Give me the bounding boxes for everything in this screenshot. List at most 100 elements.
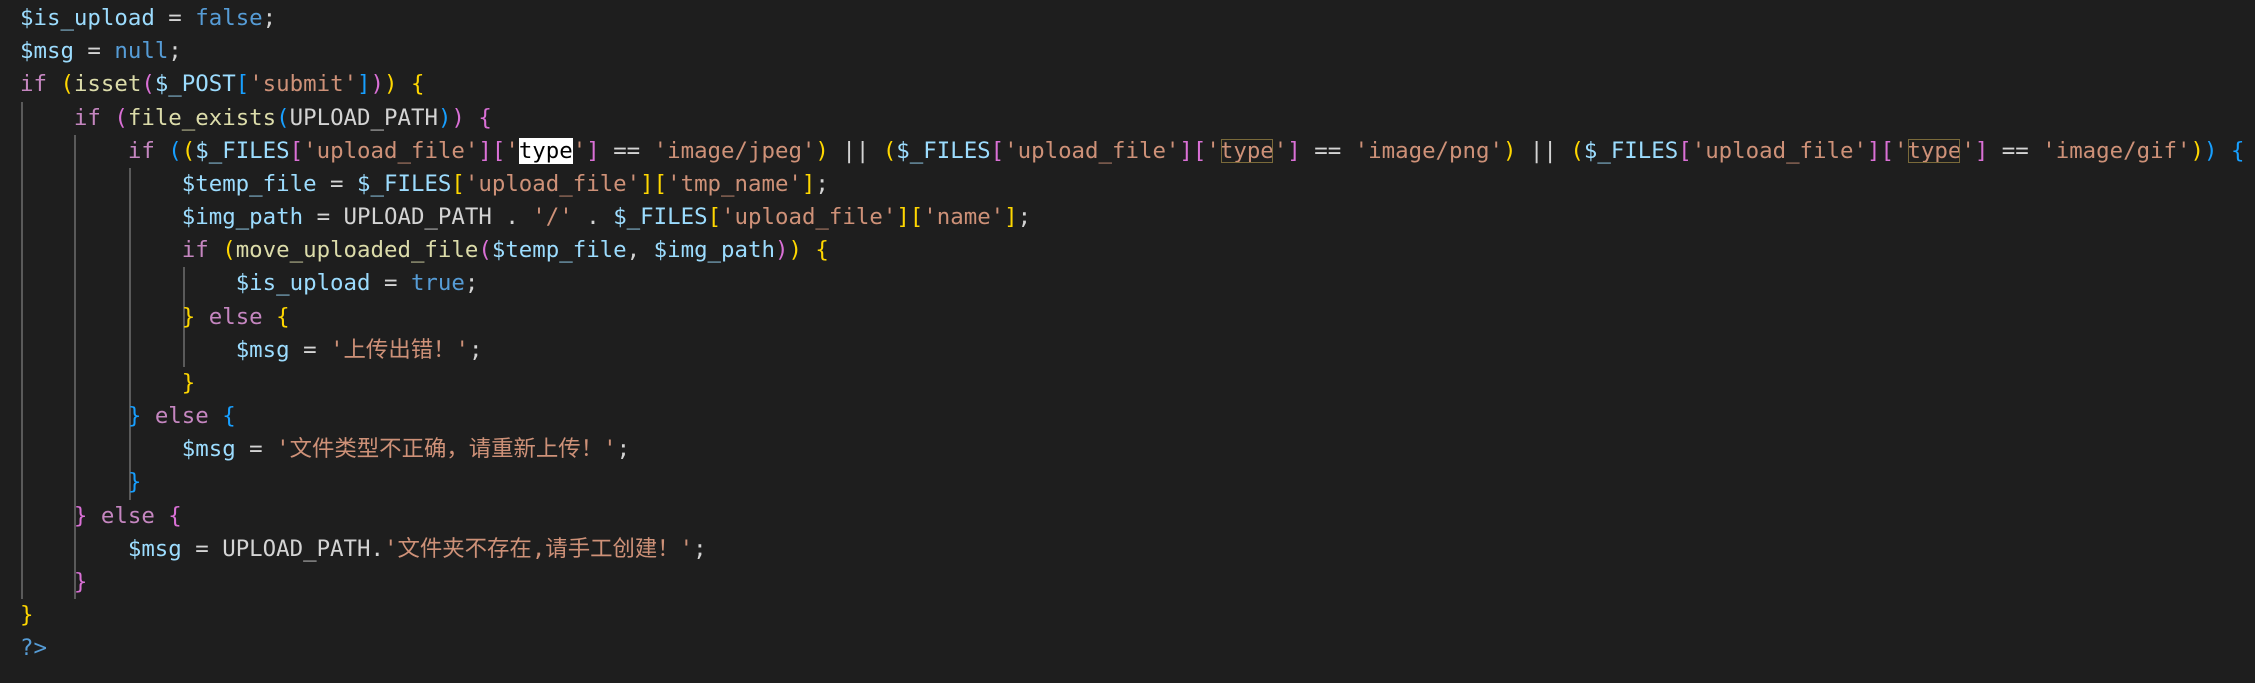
code-token: { (222, 403, 236, 430)
code-token: } (73, 568, 88, 595)
code-line[interactable]: $is_upload = true; (20, 267, 479, 300)
code-token: if (20, 71, 47, 98)
code-token: 'submit' (249, 71, 358, 98)
code-token: ) (1502, 137, 1517, 164)
code-line[interactable]: $msg = null; (20, 35, 182, 68)
code-line[interactable]: } (20, 466, 141, 499)
code-token: 'upload_file' (1004, 137, 1180, 164)
code-token: ; (1017, 204, 1032, 231)
code-token: type (1907, 137, 1962, 164)
code-token: ; (693, 535, 707, 562)
code-token: ( (60, 71, 74, 98)
code-token: || (1516, 137, 1571, 164)
code-token: ( (141, 71, 155, 98)
code-token: type (518, 137, 573, 164)
code-token: } (181, 303, 196, 330)
code-token: ] (357, 71, 371, 98)
code-token: '文件夹不存在,请手工创建！' (384, 535, 694, 562)
code-token: $img_path (181, 204, 304, 231)
code-token: $is_upload (235, 270, 371, 297)
code-token: 'upload_file' (464, 170, 641, 197)
code-token: $msg (181, 436, 236, 463)
code-token: { (410, 71, 425, 98)
code-line[interactable]: if (($_FILES['upload_file']['type'] == '… (20, 135, 2244, 168)
code-token: = (303, 204, 344, 231)
code-token: ( (882, 137, 897, 164)
code-token: ] (478, 137, 492, 164)
code-token: type (1219, 137, 1274, 164)
code-token: if (181, 237, 209, 264)
code-token: ( (222, 237, 236, 264)
code-editor[interactable]: $is_upload = false; $msg = null; if (isset… (0, 0, 2255, 683)
code-line[interactable]: if (isset($_POST['submit'])) { (20, 68, 424, 101)
code-token: ] (1004, 204, 1018, 231)
code-token: [ (289, 137, 304, 164)
code-token: == (1300, 137, 1355, 164)
code-line[interactable]: if (file_exists(UPLOAD_PATH)) { (20, 102, 492, 135)
code-token: UPLOAD_PATH (343, 204, 492, 231)
code-token: { (815, 237, 829, 264)
code-token: '文件类型不正确，请重新上传！' (276, 436, 617, 463)
code-line[interactable]: $is_upload = false; (20, 2, 276, 35)
code-token: '上传出错！' (330, 336, 469, 363)
code-token: ( (1570, 137, 1584, 164)
code-token: = (370, 270, 411, 297)
code-token: $is_upload (20, 5, 155, 31)
code-token: [ (1880, 137, 1894, 164)
code-line[interactable]: } (20, 566, 87, 599)
code-line[interactable]: $msg = UPLOAD_PATH.'文件夹不存在,请手工创建！'; (20, 533, 707, 566)
code-line[interactable]: if (move_uploaded_file($temp_file, $img_… (20, 234, 829, 267)
code-token: ) (437, 104, 452, 131)
code-line[interactable]: $temp_file = $_FILES['upload_file']['tmp… (20, 168, 829, 201)
code-token: = (181, 535, 223, 562)
code-line[interactable]: } (20, 367, 195, 400)
code-token: 'image/gif' (2042, 137, 2191, 164)
code-token: ] (896, 204, 910, 231)
code-token: ) (2204, 137, 2218, 164)
code-token: [ (990, 137, 1005, 164)
code-token: ' (1893, 137, 1908, 164)
code-token: ; (464, 270, 479, 297)
code-token: ' (572, 137, 587, 164)
code-token: == (599, 137, 654, 164)
code-token: 'name' (923, 204, 1005, 231)
code-token: = (154, 5, 196, 31)
code-token: $temp_file (181, 170, 317, 197)
code-token: if (73, 104, 101, 131)
code-line[interactable]: $img_path = UPLOAD_PATH . '/' . $_FILES[… (20, 201, 1031, 234)
code-token: { (478, 104, 492, 131)
code-token: 'upload_file' (303, 137, 479, 164)
code-token: $msg (235, 336, 290, 363)
code-token: || (828, 137, 883, 164)
code-line[interactable]: } else { (20, 400, 236, 433)
code-line[interactable]: } else { (20, 301, 290, 334)
code-token: ] (1287, 137, 1301, 164)
code-token: ' (505, 137, 519, 164)
code-line[interactable]: $msg = '上传出错！'; (20, 334, 483, 367)
code-token: { (276, 303, 290, 330)
code-token: ] (1866, 137, 1881, 164)
code-line[interactable]: ?> (20, 632, 47, 665)
code-line[interactable]: $msg = '文件类型不正确，请重新上传！'; (20, 433, 630, 466)
code-token: = (316, 170, 358, 197)
code-token: ( (276, 104, 290, 131)
code-token: ) (788, 237, 802, 264)
code-line[interactable]: } (20, 599, 33, 632)
code-token: [ (909, 204, 924, 231)
code-line[interactable]: } else { (20, 500, 182, 533)
code-token: . (370, 535, 384, 562)
code-token: file_exists (127, 104, 277, 131)
